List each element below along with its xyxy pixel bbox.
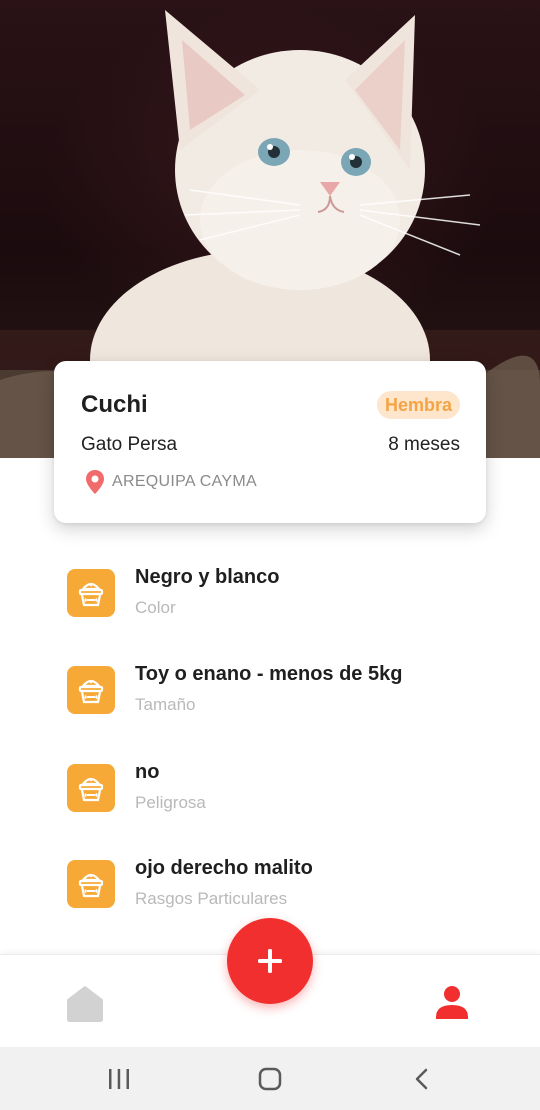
- attribute-label: Color: [135, 598, 176, 617]
- pet-food-bowl-icon: [67, 860, 115, 908]
- pet-detail-screen: Cuchi Hembra Gato Persa 8 meses AREQUIPA…: [0, 0, 540, 1110]
- pet-age: 8 meses: [388, 434, 460, 455]
- system-navigation-bar: [0, 1047, 540, 1110]
- attribute-item-particular-traits: ojo derecho malito Rasgos Particulares: [67, 857, 507, 917]
- pet-food-bowl-icon: [67, 764, 115, 812]
- pet-location: AREQUIPA CAYMA: [84, 469, 257, 495]
- system-home-icon[interactable]: [257, 1066, 283, 1092]
- pet-food-bowl-icon: [67, 666, 115, 714]
- pet-name: Cuchi: [81, 391, 148, 418]
- attribute-label: Peligrosa: [135, 793, 206, 812]
- attribute-item-color: Negro y blanco Color: [67, 566, 507, 626]
- user-icon[interactable]: [432, 983, 472, 1023]
- attribute-label: Rasgos Particulares: [135, 889, 288, 908]
- attribute-item-dangerous: no Peligrosa: [67, 761, 507, 821]
- gender-badge: Hembra: [376, 391, 460, 419]
- attribute-item-size: Toy o enano - menos de 5kg Tamaño: [67, 663, 507, 723]
- location-pin-icon: [86, 470, 104, 494]
- add-button[interactable]: [227, 918, 313, 1004]
- back-icon[interactable]: [410, 1067, 434, 1091]
- pet-info-card: Cuchi Hembra Gato Persa 8 meses AREQUIPA…: [54, 361, 486, 523]
- attribute-value: no: [135, 761, 160, 783]
- attribute-value: Negro y blanco: [135, 566, 280, 588]
- attribute-label: Tamaño: [135, 695, 196, 714]
- recent-apps-icon[interactable]: [106, 1068, 132, 1090]
- home-icon[interactable]: [64, 983, 106, 1025]
- attribute-value: ojo derecho malito: [135, 857, 313, 879]
- pet-breed: Gato Persa: [81, 434, 178, 455]
- pet-food-bowl-icon: [67, 569, 115, 617]
- location-text: AREQUIPA CAYMA: [112, 473, 257, 490]
- attribute-value: Toy o enano - menos de 5kg: [135, 663, 403, 685]
- plus-icon: [258, 949, 282, 973]
